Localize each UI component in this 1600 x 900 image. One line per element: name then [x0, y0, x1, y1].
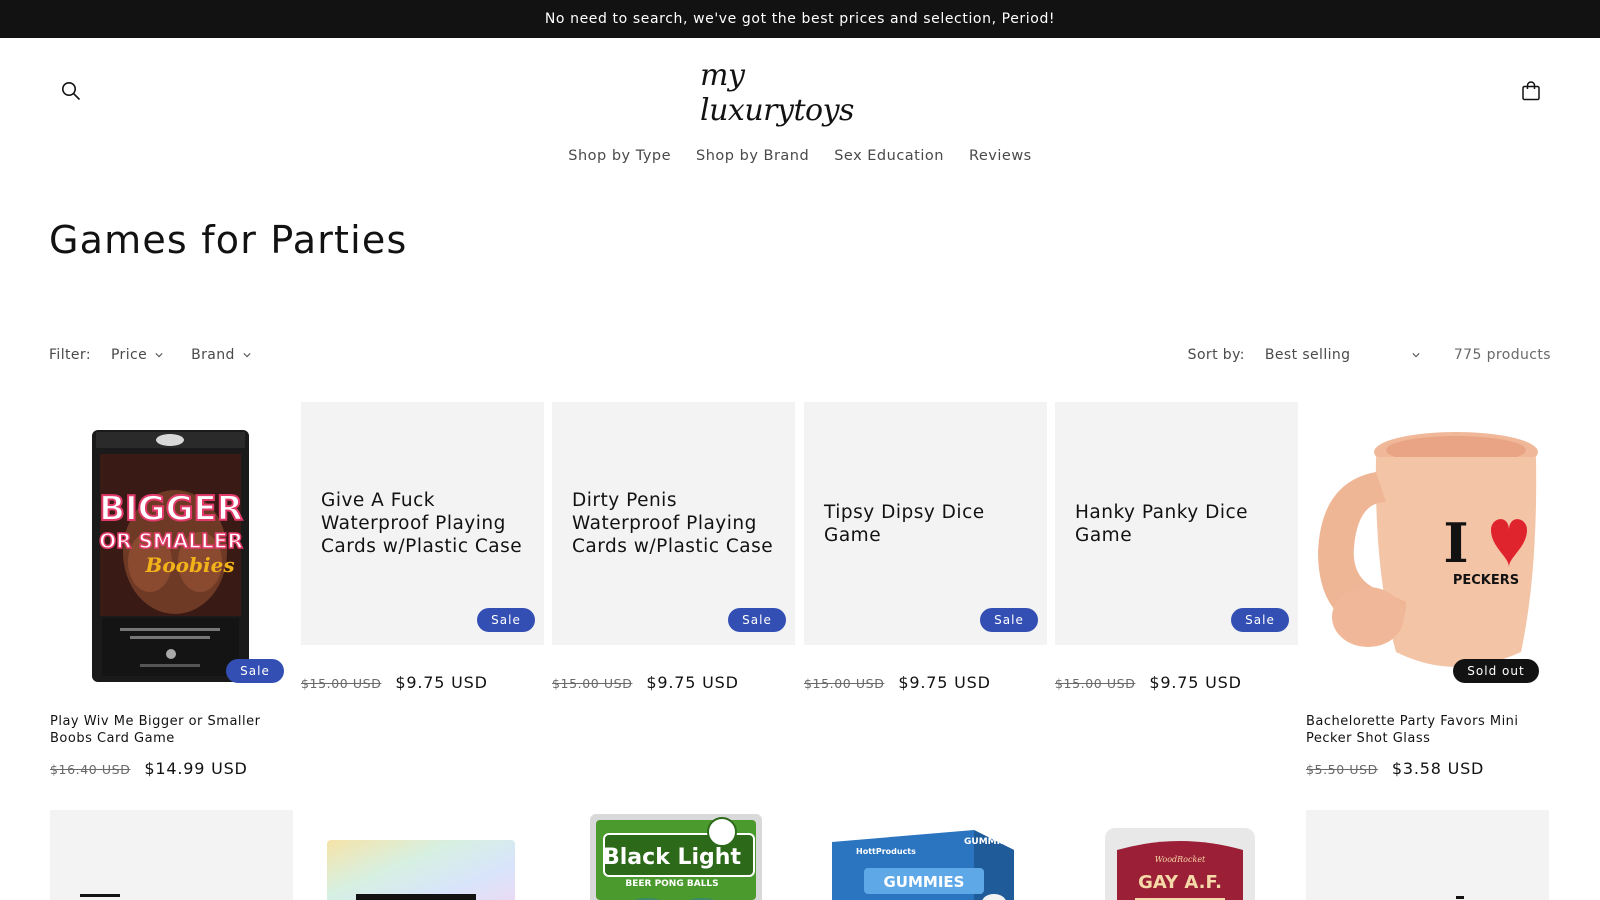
compare-price: $5.50 USD — [1306, 762, 1378, 777]
cart-button[interactable] — [1509, 69, 1553, 113]
nav-shop-by-brand[interactable]: Shop by Brand — [696, 143, 809, 169]
chevron-down-icon — [1412, 353, 1420, 358]
search-button[interactable] — [49, 69, 93, 113]
page-title: Games for Parties — [49, 218, 408, 262]
svg-text:GUMMIES: GUMMIES — [884, 873, 965, 891]
sale-price: $9.75 USD — [646, 673, 739, 692]
product-card[interactable]: HottProducts GUMMIES GUMMIES — [804, 810, 1047, 900]
svg-text:Boobies: Boobies — [144, 553, 234, 577]
product-card[interactable]: Dirty Penis Waterproof Playing Cards w/P… — [552, 402, 795, 692]
chevron-down-icon — [243, 353, 251, 358]
compare-price: $15.00 USD — [804, 676, 885, 691]
product-card[interactable] — [50, 810, 293, 900]
svg-text:Black Light: Black Light — [603, 845, 741, 870]
compare-price: $15.00 USD — [301, 676, 382, 691]
svg-text:PECKERS: PECKERS — [1453, 573, 1519, 588]
sale-badge: Sale — [728, 608, 786, 632]
svg-text:WoodRocket: WoodRocket — [1155, 855, 1206, 864]
sale-price: $14.99 USD — [144, 759, 248, 778]
product-title[interactable]: Bachelorette Party Favors Mini Pecker Sh… — [1306, 713, 1549, 747]
sale-badge: Sale — [226, 659, 284, 683]
beer-pong-balls-image: Black Light BEER PONG BALLS — [590, 814, 762, 900]
sort-label: Sort by: — [1187, 347, 1245, 363]
sale-price: $3.58 USD — [1391, 759, 1485, 778]
filter-brand-label: Brand — [191, 347, 235, 363]
product-price: $15.00 USD $9.75 USD — [552, 673, 795, 692]
product-image[interactable]: I PECKERS Sold out — [1306, 402, 1549, 699]
placeholder-text-fragment — [80, 894, 120, 897]
product-card[interactable]: Give A Fuck Waterproof Playing Cards w/P… — [301, 402, 544, 692]
sold-out-badge: Sold out — [1453, 659, 1539, 683]
sort-bar: Sort by: Best selling 775 products — [1188, 340, 1551, 370]
announcement-bar: No need to search, we've got the best pr… — [0, 0, 1600, 38]
compare-price: $15.00 USD — [1055, 676, 1136, 691]
logo-text: my luxurytoys — [700, 58, 854, 128]
product-price: $15.00 USD $9.75 USD — [301, 673, 544, 692]
gay-af-sign-image: WoodRocket GAY A.F. — [1105, 828, 1255, 900]
product-card[interactable]: Black Light BEER PONG BALLS — [552, 810, 795, 900]
svg-text:OR SMALLER: OR SMALLER — [99, 529, 243, 553]
filter-price-label: Price — [110, 347, 148, 363]
svg-text:GUMMIES: GUMMIES — [964, 837, 1013, 847]
product-image-placeholder[interactable]: Dirty Penis Waterproof Playing Cards w/P… — [552, 402, 795, 645]
sort-select[interactable]: Best selling — [1265, 347, 1420, 363]
product-price: $15.00 USD $9.75 USD — [804, 673, 1047, 692]
product-title[interactable]: Play Wiv Me Bigger or Smaller Boobs Card… — [50, 713, 293, 747]
product-card[interactable] — [1306, 810, 1549, 900]
product-card[interactable]: Tipsy Dipsy Dice Game Sale $15.00 USD $9… — [804, 402, 1047, 692]
nav-reviews[interactable]: Reviews — [969, 143, 1032, 169]
site-header: my luxurytoys — [0, 38, 1600, 143]
product-price: $16.40 USD $14.99 USD — [50, 759, 293, 778]
product-image-placeholder[interactable]: Give A Fuck Waterproof Playing Cards w/P… — [301, 402, 544, 645]
compare-price: $16.40 USD — [50, 762, 131, 777]
product-image-placeholder[interactable]: Tipsy Dipsy Dice Game Sale — [804, 402, 1047, 645]
compare-price: $15.00 USD — [552, 676, 633, 691]
filter-brand-button[interactable]: Brand — [191, 347, 251, 363]
chevron-down-icon — [155, 353, 163, 358]
svg-text:I: I — [1443, 511, 1468, 575]
cart-icon — [1522, 81, 1540, 101]
announcement-text: No need to search, we've got the best pr… — [544, 11, 1056, 27]
product-image-placeholder[interactable]: Hanky Panky Dice Game Sale — [1055, 402, 1298, 645]
svg-text:HottProducts: HottProducts — [856, 847, 916, 856]
sort-value: Best selling — [1264, 347, 1351, 363]
placeholder-text-fragment — [1456, 896, 1464, 899]
sale-badge: Sale — [1231, 608, 1289, 632]
product-card[interactable]: BIGGER OR SMALLER Boobies Sale Play Wiv … — [50, 402, 293, 778]
nav-sex-education[interactable]: Sex Education — [834, 143, 944, 169]
filter-label: Filter: — [49, 347, 91, 363]
logo[interactable]: my luxurytoys — [700, 58, 900, 128]
product-count: 775 products — [1453, 347, 1551, 363]
filter-bar: Filter: Price Brand — [49, 340, 279, 370]
product-card[interactable]: Hanky Panky Dice Game Sale $15.00 USD $9… — [1055, 402, 1298, 692]
svg-text:GAY A.F.: GAY A.F. — [1138, 872, 1222, 893]
product-card[interactable]: WoodRocket GAY A.F. — [1055, 810, 1298, 900]
sale-badge: Sale — [980, 608, 1038, 632]
svg-text:BIGGER: BIGGER — [99, 489, 243, 529]
sale-price: $9.75 USD — [1149, 673, 1242, 692]
search-icon — [62, 82, 80, 100]
card-game-box-image: BIGGER OR SMALLER Boobies — [92, 430, 249, 682]
filter-price-button[interactable]: Price — [111, 347, 163, 363]
product-card[interactable] — [301, 810, 544, 900]
product-price: $15.00 USD $9.75 USD — [1055, 673, 1298, 692]
product-image[interactable]: BIGGER OR SMALLER Boobies Sale — [50, 402, 293, 699]
main-nav: Shop by Type Shop by Brand Sex Education… — [0, 143, 1600, 169]
svg-text:BEER PONG BALLS: BEER PONG BALLS — [625, 879, 718, 889]
product-card[interactable]: I PECKERS Sold out Bachelorette Party Fa… — [1306, 402, 1549, 778]
gummies-box-image: HottProducts GUMMIES GUMMIES — [832, 830, 1014, 900]
sale-badge: Sale — [477, 608, 535, 632]
holographic-card-image — [327, 840, 515, 900]
sale-price: $9.75 USD — [898, 673, 991, 692]
product-price: $5.50 USD $3.58 USD — [1306, 759, 1549, 778]
nav-shop-by-type[interactable]: Shop by Type — [568, 143, 671, 169]
shot-glass-mug-image: I PECKERS — [1318, 432, 1538, 667]
sale-price: $9.75 USD — [395, 673, 488, 692]
